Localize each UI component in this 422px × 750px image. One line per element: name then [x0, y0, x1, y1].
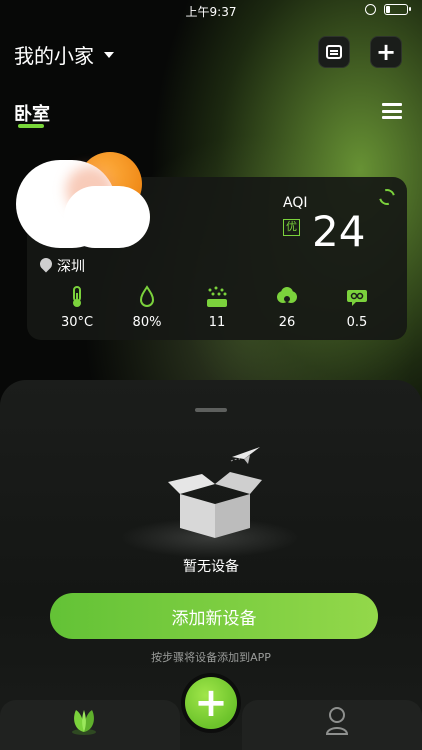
co-value: 0.5 — [346, 315, 368, 330]
add-device-hint: 按步骤将设备添加到APP — [151, 651, 271, 664]
metric-co: 0.5 — [327, 285, 387, 330]
ozone-icon — [277, 287, 297, 303]
status-bar: 上午9:37 — [0, 0, 422, 22]
caret-down-icon — [104, 51, 114, 58]
status-icons — [365, 4, 411, 15]
metric-ozone: 26 — [257, 285, 317, 330]
humidity-value: 80% — [132, 315, 162, 330]
status-time: 上午9:37 — [185, 5, 237, 19]
pm25-icon — [207, 286, 227, 307]
home-plant-icon[interactable] — [70, 706, 98, 736]
cloud-icon — [16, 160, 150, 248]
tab-active-indicator — [18, 124, 44, 128]
add-device-button[interactable]: 添加新设备 — [50, 593, 378, 639]
pm25-value: 11 — [208, 315, 226, 330]
room-menu-icon[interactable] — [382, 103, 402, 119]
humidity-drop-icon — [139, 285, 155, 307]
ozone-value: 26 — [278, 315, 296, 330]
aqi-label: AQI — [283, 195, 308, 211]
orientation-lock-icon — [365, 4, 376, 15]
message-icon — [326, 45, 342, 59]
aqi-level-badge: 优 — [283, 219, 300, 236]
sheet-drag-handle[interactable] — [195, 408, 227, 412]
temperature-value: 30°C — [60, 315, 94, 330]
tab-bedroom[interactable]: 卧室 — [14, 100, 50, 126]
battery-icon — [384, 4, 411, 15]
metric-temperature: 30°C — [47, 285, 107, 330]
add-button[interactable]: + — [370, 36, 402, 68]
plus-icon: + — [194, 680, 228, 726]
empty-state-message: 暂无设备 — [183, 559, 239, 575]
aqi-value: 24 — [312, 207, 366, 256]
metric-pm25: 11 — [187, 285, 247, 330]
metric-humidity: 80% — [117, 285, 177, 330]
profile-icon[interactable] — [325, 706, 349, 736]
empty-box-icon — [168, 472, 262, 538]
co-icon — [347, 290, 367, 306]
home-name: 我的小家 — [14, 44, 94, 68]
plus-icon: + — [375, 38, 397, 66]
thermometer-icon — [73, 286, 81, 307]
messages-button[interactable] — [318, 36, 350, 68]
city-label: 深圳 — [57, 259, 85, 275]
home-selector[interactable]: 我的小家 — [14, 40, 114, 69]
paper-plane-icon — [230, 447, 260, 464]
add-fab-button[interactable]: + — [185, 677, 237, 729]
